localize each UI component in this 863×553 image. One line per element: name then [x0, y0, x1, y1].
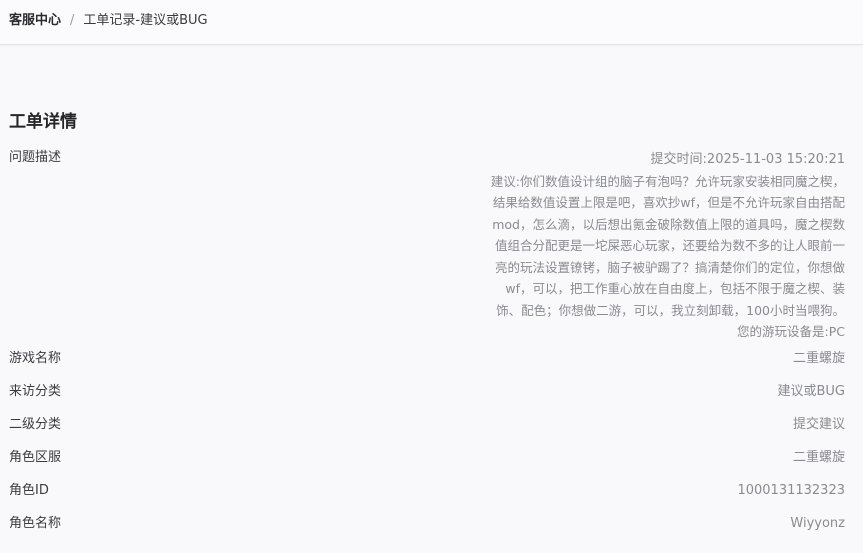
breadcrumb-root-link[interactable]: 客服中心 — [9, 13, 61, 28]
top-bar: 客服中心 / 工单记录-建议或BUG — [0, 0, 863, 45]
field-value-game-name: 二重螺旋 — [792, 351, 845, 366]
breadcrumb: 客服中心 / 工单记录-建议或BUG — [9, 13, 208, 29]
page-title: 工单详情 — [9, 112, 77, 132]
field-label-game-name: 游戏名称 — [9, 351, 62, 366]
field-label-visit-category: 来访分类 — [9, 384, 62, 399]
field-label-role-id: 角色ID — [9, 483, 49, 498]
field-value-sub-category: 提交建议 — [792, 417, 845, 432]
description-line: 值组合分配更是一坨屎恶心玩家，还要给为数不多的让人眼前一 — [494, 238, 845, 253]
description-line: mod，怎么滴，以后想出氪金破除数值上限的道具吗，魔之楔数 — [492, 216, 845, 232]
field-value-server: 二重螺旋 — [792, 450, 845, 465]
field-value-visit-category: 建议或BUG — [777, 384, 845, 399]
description-line: 结果给数值设置上限是吧，喜欢抄wf，但是不允许玩家自由搭配 — [492, 195, 845, 210]
field-label-role-name: 角色名称 — [9, 516, 62, 531]
problem-label: 问题描述 — [9, 150, 62, 165]
description-line: 饰、配色；你想做二游，可以，我立刻卸载，100小时当喂狗。 — [496, 302, 845, 318]
field-label-server: 角色区服 — [9, 450, 62, 465]
breadcrumb-current: 工单记录-建议或BUG — [83, 13, 208, 28]
problem-description: 提交时间:2025-11-03 15:20:21 建议:你们数值设计组的脑子有泡… — [445, 149, 845, 343]
field-value-role-id: 1000131132323 — [737, 483, 845, 498]
submit-time: 提交时间:2025-11-03 15:20:21 — [650, 152, 845, 167]
device-info: 您的游玩设备是:PC — [737, 324, 845, 339]
breadcrumb-separator: / — [70, 13, 75, 28]
field-label-sub-category: 二级分类 — [9, 417, 62, 432]
description-line: 亮的玩法设置镣铐，脑子被驴踢了？搞清楚你们的定位，你想做 — [494, 259, 845, 275]
field-value-role-name: Wiyyonz — [790, 516, 845, 531]
description-line: 建议:你们数值设计组的脑子有泡吗？允许玩家安装相同魔之楔， — [490, 173, 845, 189]
description-line: wf，可以，把工作重心放在自由度上，包括不限于魔之楔、装 — [505, 281, 845, 296]
